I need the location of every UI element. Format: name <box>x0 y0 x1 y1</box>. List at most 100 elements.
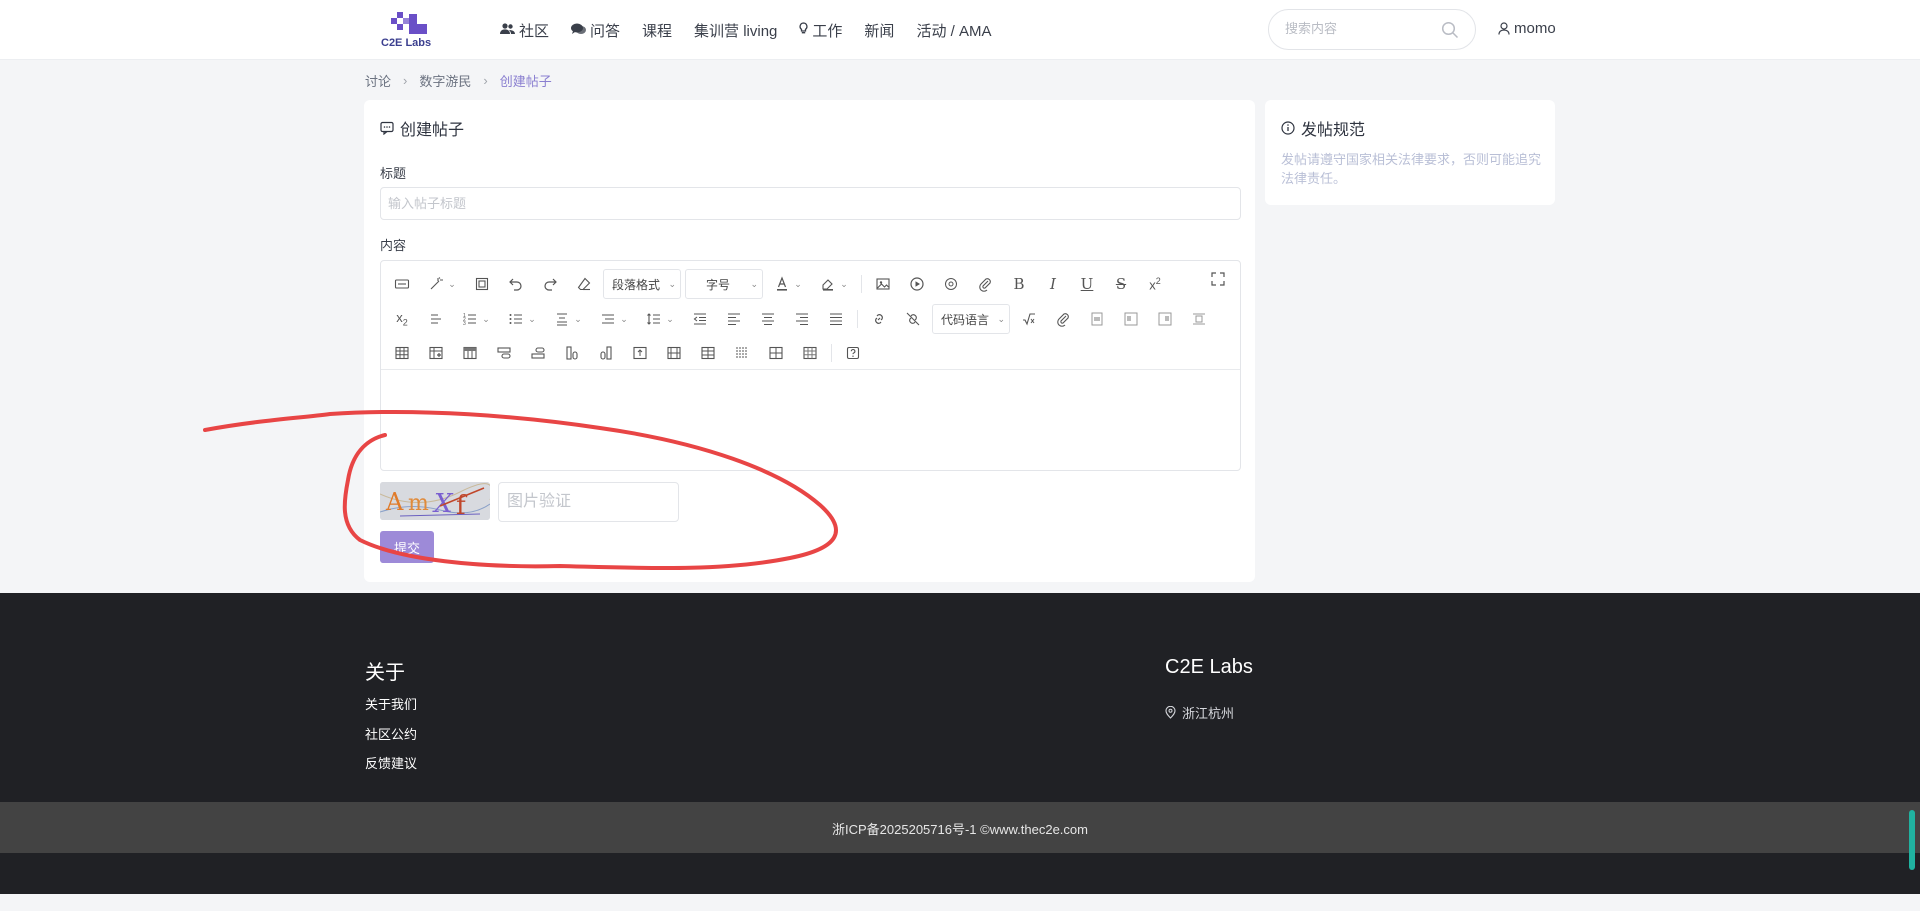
insert-row-below-icon[interactable] <box>521 339 555 367</box>
formula-icon[interactable] <box>1012 305 1046 333</box>
image-center-icon[interactable] <box>1182 305 1216 333</box>
table-header-icon[interactable] <box>453 339 487 367</box>
superscript-icon[interactable]: x2 <box>1138 270 1172 298</box>
search-input[interactable] <box>1285 21 1435 36</box>
align-justify-icon[interactable] <box>819 305 853 333</box>
eraser-icon[interactable] <box>567 270 601 298</box>
merge-cells-icon[interactable] <box>623 339 657 367</box>
search-box <box>1268 9 1476 50</box>
footer-location-text: 浙江杭州 <box>1182 706 1235 721</box>
keyboard-icon[interactable] <box>385 270 419 298</box>
editor-toolbar: ⌄ 段落格式 ⌄ 字号 ⌄ ⌄ ⌄ B I U S x2 x2 1 2 3 ⌄ … <box>381 261 1240 370</box>
chevron-right-icon: › <box>483 73 488 88</box>
outdent-icon[interactable] <box>683 305 717 333</box>
help-icon[interactable] <box>836 339 870 367</box>
post-title-input[interactable] <box>380 187 1241 220</box>
svg-text:m: m <box>408 491 429 516</box>
unordered-list-icon[interactable]: ⌄ <box>499 305 545 333</box>
split-cells-icon[interactable] <box>725 339 759 367</box>
editor-content-area[interactable] <box>381 371 1240 470</box>
nav-item-events[interactable]: 活动 / AMA <box>916 20 991 41</box>
line-height-icon[interactable]: ⌄ <box>637 305 683 333</box>
chevron-down-icon: ⌄ <box>997 313 1005 324</box>
attachment-icon[interactable] <box>968 270 1002 298</box>
insert-row-above-icon[interactable] <box>487 339 521 367</box>
redo-icon[interactable] <box>533 270 567 298</box>
insert-column-right-icon[interactable] <box>589 339 623 367</box>
nav-item-courses[interactable]: 课程 <box>642 20 672 41</box>
captcha-image[interactable]: A m X f <box>380 482 490 520</box>
nav-label: 社区 <box>519 22 550 40</box>
undo-icon[interactable] <box>499 270 533 298</box>
rules-heading: 发帖规范 <box>1281 116 1365 140</box>
icp-bar: 浙ICP备2025205716号-1 ©www.thec2e.com <box>0 802 1920 853</box>
table-properties-icon[interactable] <box>759 339 793 367</box>
user-menu[interactable]: momo <box>1498 20 1556 37</box>
logo[interactable]: C2E Labs <box>381 12 433 52</box>
paragraph-format-select[interactable]: 段落格式 ⌄ <box>603 269 681 299</box>
scrollbar-thumb[interactable] <box>1909 810 1915 870</box>
code-language-label: 代码语言 <box>941 312 990 327</box>
magic-wand-icon[interactable]: ⌄ <box>419 270 465 298</box>
video-icon[interactable] <box>900 270 934 298</box>
font-color-icon[interactable]: ⌄ <box>765 270 811 298</box>
image-icon[interactable] <box>866 270 900 298</box>
table-insert-icon[interactable] <box>419 339 453 367</box>
table-icon[interactable] <box>385 339 419 367</box>
nav-item-qa[interactable]: 问答 <box>571 20 620 41</box>
image-float-right-icon[interactable] <box>1148 305 1182 333</box>
content-label: 内容 <box>380 238 407 253</box>
italic-icon[interactable]: I <box>1036 270 1070 298</box>
horizontal-rule-icon[interactable] <box>419 305 453 333</box>
underline-icon[interactable]: U <box>1070 270 1104 298</box>
image-float-left-icon[interactable] <box>1114 305 1148 333</box>
main-nav: 社区 问答 课程 集训营 living 工作 新闻 活动 / AMA <box>500 0 1013 60</box>
select-all-icon[interactable] <box>465 270 499 298</box>
svg-text:A: A <box>385 488 404 516</box>
delete-table-icon[interactable] <box>793 339 827 367</box>
footer-link-about-us[interactable]: 关于我们 <box>365 694 417 713</box>
nav-item-jobs[interactable]: 工作 <box>799 20 842 41</box>
ordered-list-icon[interactable]: 1 2 3 ⌄ <box>453 305 499 333</box>
paragraph-spacing-icon[interactable]: ⌄ <box>545 305 591 333</box>
footer-link-feedback[interactable]: 反馈建议 <box>365 753 417 772</box>
submit-button[interactable]: 提交 <box>380 531 434 563</box>
breadcrumb-item[interactable]: 讨论 <box>365 71 391 90</box>
audio-icon[interactable] <box>934 270 968 298</box>
align-right-icon[interactable] <box>785 305 819 333</box>
indent-style-icon[interactable]: ⌄ <box>591 305 637 333</box>
align-center-icon[interactable] <box>751 305 785 333</box>
fullscreen-icon[interactable] <box>1210 271 1230 291</box>
title-label: 标题 <box>380 166 407 181</box>
footer-about-heading: 关于 <box>365 662 405 684</box>
icp-text[interactable]: 浙ICP备2025205716号-1 ©www.thec2e.com <box>0 819 1920 838</box>
code-language-select[interactable]: 代码语言 ⌄ <box>932 304 1010 334</box>
delete-row-icon[interactable] <box>657 339 691 367</box>
logo-text: C2E Labs <box>381 37 432 49</box>
nav-item-news[interactable]: 新闻 <box>864 20 894 41</box>
font-size-select[interactable]: 字号 ⌄ <box>685 269 763 299</box>
insert-column-left-icon[interactable] <box>555 339 589 367</box>
chevron-down-icon: ⌄ <box>668 278 676 289</box>
subscript-icon[interactable]: x2 <box>385 305 419 333</box>
strikethrough-icon[interactable]: S <box>1104 270 1138 298</box>
align-left-icon[interactable] <box>717 305 751 333</box>
file-attach-icon[interactable] <box>1046 305 1080 333</box>
search-icon[interactable] <box>1441 21 1459 39</box>
nav-item-community[interactable]: 社区 <box>500 20 549 41</box>
bold-icon[interactable]: B <box>1002 270 1036 298</box>
unlink-icon[interactable] <box>896 305 930 333</box>
chevron-down-icon: ⌄ <box>750 278 758 289</box>
captcha-input[interactable] <box>498 482 679 522</box>
font-size-label: 字号 <box>706 277 731 292</box>
breadcrumb-current: 创建帖子 <box>499 74 552 89</box>
delete-column-icon[interactable] <box>691 339 725 367</box>
breadcrumb-item[interactable]: 数字游民 <box>419 71 471 90</box>
footer-link-community-rules[interactable]: 社区公约 <box>365 724 417 743</box>
highlight-color-icon[interactable]: ⌄ <box>811 270 857 298</box>
nav-item-bootcamp[interactable]: 集训营 living <box>694 20 777 41</box>
link-icon[interactable] <box>862 305 896 333</box>
footer-location: 浙江杭州 <box>1165 703 1234 722</box>
image-block-icon[interactable] <box>1080 305 1114 333</box>
page-title: 创建帖子 <box>400 122 465 139</box>
